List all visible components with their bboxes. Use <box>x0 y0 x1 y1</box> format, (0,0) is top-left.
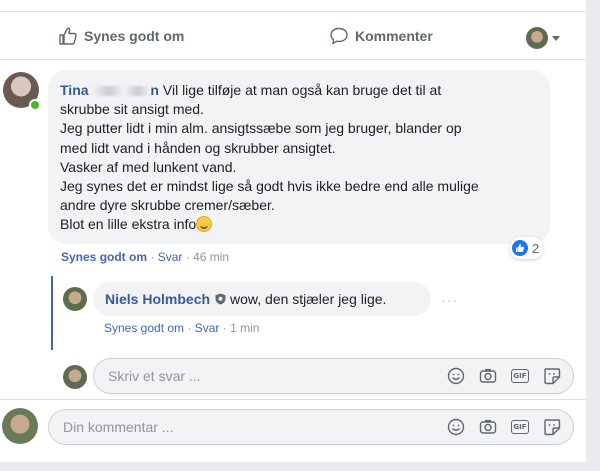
comment-time[interactable]: 46 min <box>193 250 229 264</box>
comment-reply-link[interactable]: Svar <box>158 250 183 264</box>
thumbs-up-icon <box>59 27 77 45</box>
comment-line: Vasker af med lunkent vand. <box>60 158 237 175</box>
comment-line: med lidt vand i hånden og skrubber ansig… <box>60 139 336 156</box>
emoji-icon[interactable] <box>447 367 465 385</box>
page-background-edge <box>586 0 600 471</box>
top-divider <box>0 11 586 12</box>
shield-icon <box>215 293 226 305</box>
comment-text-first: Vil lige tilføje at man også kan bruge d… <box>162 82 442 98</box>
like-button[interactable]: Synes godt om <box>58 26 184 46</box>
meta-separator: · <box>222 321 227 335</box>
my-avatar <box>2 408 38 444</box>
reply-input-placeholder: Skriv et svar ... <box>108 368 201 384</box>
comment-bubble: Tina n Vil lige tilføje at man også kan … <box>48 70 550 244</box>
more-options-icon[interactable]: ··· <box>441 292 458 308</box>
comment-input[interactable]: Din kommentar ... GIF <box>48 409 574 445</box>
like-button-label: Synes godt om <box>84 28 185 44</box>
reply-author[interactable]: Niels Holmbech <box>105 291 210 307</box>
chevron-down-icon <box>552 35 560 41</box>
comment-author[interactable]: Tina n <box>60 82 159 98</box>
reaction-count: 2 <box>532 240 540 256</box>
like-reaction-icon <box>512 240 528 256</box>
actions-divider <box>0 59 586 60</box>
gif-icon[interactable]: GIF <box>511 367 529 385</box>
reply-like-link[interactable]: Synes godt om <box>104 321 184 335</box>
sticker-icon[interactable] <box>543 418 561 436</box>
reply-meta: Synes godt om · Svar · 1 min <box>104 321 259 335</box>
reply-bubble: Niels Holmbech wow, den stjæler jeg lige… <box>93 282 431 316</box>
online-status-icon <box>29 99 41 111</box>
reply-thread-line <box>51 276 53 350</box>
avatar <box>526 27 548 49</box>
meta-separator: · <box>187 321 192 335</box>
input-divider <box>0 399 586 400</box>
meta-separator: · <box>150 250 155 264</box>
current-user-avatar <box>63 365 87 389</box>
comment-line-last: Blot en lille ekstra info <box>60 215 538 234</box>
comment-line-1: Tina n Vil lige tilføje at man også kan … <box>60 81 538 100</box>
reply-input[interactable]: Skriv et svar ... GIF <box>93 358 574 394</box>
reply-text: wow, den stjæler jeg lige. <box>230 291 387 307</box>
post-action-bar: Synes godt om Kommenter <box>0 20 586 58</box>
reply-input-icons: GIF <box>447 367 561 385</box>
speech-bubble-icon <box>330 27 348 45</box>
comment-input-icons: GIF <box>447 418 561 436</box>
reply-reply-link[interactable]: Svar <box>195 321 220 335</box>
comment-line: andre dyre skrubbe cremer/sæber. <box>60 197 275 214</box>
post-as-selector[interactable] <box>526 27 560 49</box>
comment-line: Jeg synes det er mindst lige så godt hvi… <box>60 178 479 195</box>
meta-separator: · <box>185 250 190 264</box>
gif-icon[interactable]: GIF <box>511 418 529 436</box>
comments-card: Synes godt om Kommenter Tina n Vil lige … <box>0 0 586 462</box>
redacted-name <box>92 86 151 97</box>
reply-time[interactable]: 1 min <box>230 321 259 335</box>
reply-author-avatar[interactable] <box>63 287 87 311</box>
reaction-summary[interactable]: 2 <box>510 237 544 259</box>
comment-input-placeholder: Din kommentar ... <box>63 419 174 435</box>
comment-like-link[interactable]: Synes godt om <box>61 250 147 264</box>
camera-icon[interactable] <box>479 418 497 436</box>
sticker-icon[interactable] <box>543 367 561 385</box>
comment-line: Jeg putter lidt i min alm. ansigtssæbe s… <box>60 120 462 137</box>
smiling-face-emoji-icon <box>196 216 213 233</box>
camera-icon[interactable] <box>479 367 497 385</box>
emoji-icon[interactable] <box>447 418 465 436</box>
comment-button[interactable]: Kommenter <box>329 26 433 46</box>
comment-meta: Synes godt om · Svar · 46 min <box>61 250 229 264</box>
comment-line: skrubbe sit ansigt med. <box>60 101 204 118</box>
comment-button-label: Kommenter <box>355 28 433 44</box>
